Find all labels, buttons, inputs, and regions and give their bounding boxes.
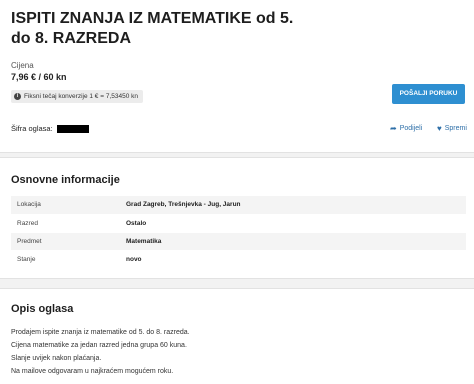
listing-header-card: ISPITI ZNANJA IZ MATEMATIKE od 5. do 8. … (0, 0, 474, 153)
info-key: Predmet (11, 232, 120, 251)
table-row: Razred Ostalo (11, 214, 466, 233)
info-key: Stanje (11, 250, 120, 269)
table-row: Predmet Matematika (11, 232, 466, 251)
info-value: Matematika (120, 232, 466, 251)
heart-icon: ♥ (437, 124, 442, 133)
info-key: Lokacija (11, 196, 120, 215)
info-value: novo (120, 250, 466, 269)
send-message-button[interactable]: POŠALJI PORUKU (392, 84, 465, 104)
table-row: Stanje novo (11, 250, 466, 269)
price-value: 7,96 € / 60 kn (11, 72, 67, 82)
description-line: Cijena matematike za jedan razred jedna … (11, 342, 187, 349)
price-label: Cijena (11, 61, 34, 70)
table-row: Lokacija Grad Zagreb, Trešnjevka - Jug, … (11, 196, 466, 215)
share-link[interactable]: ➦ Podijeli (390, 124, 422, 133)
save-link[interactable]: ♥ Spremi (437, 124, 467, 133)
listing-title: ISPITI ZNANJA IZ MATEMATIKE od 5. do 8. … (11, 10, 294, 47)
info-value: Ostalo (120, 214, 466, 233)
share-label: Podijeli (399, 125, 423, 132)
description-line: Na mailove odgovaram u najkraćem mogućem… (11, 368, 174, 375)
basic-info-table: Lokacija Grad Zagreb, Trešnjevka - Jug, … (11, 196, 466, 269)
listing-code-label: Šifra oglasa: (11, 124, 53, 133)
info-key: Razred (11, 214, 120, 233)
save-label: Spremi (444, 125, 467, 132)
description-body: Prodajem ispite znanja iz matematike od … (11, 326, 190, 378)
listing-code-row: Šifra oglasa: (11, 124, 89, 133)
conversion-badge: i Fiksni tečaj konverzije 1 € = 7,53450 … (11, 90, 143, 103)
info-icon: i (14, 93, 21, 100)
conversion-note: Fiksni tečaj konverzije 1 € = 7,53450 kn (24, 93, 138, 100)
description-line: Slanje uvijek nakon plaćanja. (11, 355, 102, 362)
basic-info-title: Osnovne informacije (11, 174, 120, 186)
info-value: Grad Zagreb, Trešnjevka - Jug, Jarun (120, 196, 466, 215)
description-line: Prodajem ispite znanja iz matematike od … (11, 329, 190, 336)
share-icon: ➦ (390, 124, 397, 133)
listing-code-redacted (56, 124, 89, 133)
description-title: Opis oglasa (11, 303, 74, 315)
